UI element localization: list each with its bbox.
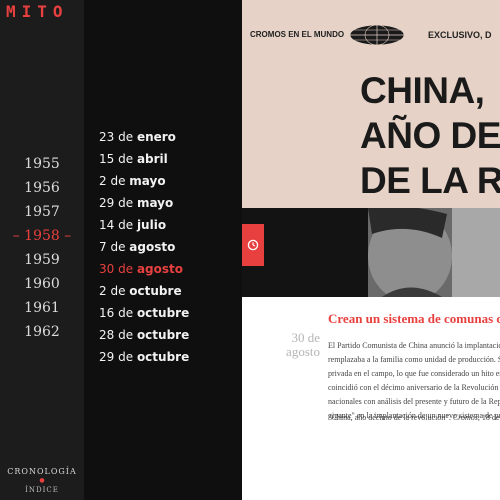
clock-icon (247, 239, 259, 251)
article-title[interactable]: Crean un sistema de comunas ch (328, 311, 500, 327)
date-day: 30 (99, 262, 115, 276)
date-of: de (118, 196, 134, 210)
headline-line: AÑO DECI (360, 115, 500, 156)
date-month: octubre (136, 350, 190, 364)
date-item[interactable]: 29 de octubre (99, 346, 189, 368)
left-rail: MITO 1955 1956 1957– 1958 –1959 1960 1961 196… (0, 0, 84, 500)
headline-line: DE LA REV (360, 160, 500, 201)
date-day: 2 (99, 174, 107, 188)
date-item[interactable]: 7 de agosto (99, 236, 189, 258)
date-item[interactable]: 30 de agosto (99, 258, 189, 280)
masthead-left-text: CROMOS EN EL MUNDO (250, 30, 345, 39)
footer-nav: CRONOLOGÍA ● ÍNDICE (0, 467, 84, 494)
date-item[interactable]: 16 de octubre (99, 302, 189, 324)
date-of: de (118, 130, 134, 144)
date-day: 14 (99, 218, 115, 232)
article: 30 de agosto Crean un sistema de comunas… (242, 297, 500, 500)
citation-quote: “China, año décimo de la revolución”. (328, 413, 451, 422)
bullet-icon: ● (39, 477, 45, 484)
date-month: enero (136, 130, 176, 144)
date-month: mayo (136, 196, 174, 210)
year-item-1959[interactable]: 1959 (0, 248, 84, 272)
body-line: coincidió con el décimo aniversario de l… (328, 383, 499, 392)
date-day: 29 (99, 196, 115, 210)
citation-rest: , 18 de octu (477, 413, 500, 422)
dates-panel: 23 de enero 15 de abril 2 de mayo 29 de may… (84, 0, 242, 500)
date-of: de (118, 218, 134, 232)
date-of: de (118, 350, 134, 364)
globe-logo-icon (349, 24, 405, 46)
citation-source: Cromos (452, 413, 478, 422)
date-of: de (118, 262, 134, 276)
timeline-tab[interactable] (242, 224, 264, 266)
date-month: octubre (129, 284, 182, 298)
date-day: 23 (99, 130, 115, 144)
date-item[interactable]: 28 de octubre (99, 324, 189, 346)
date-month: mayo (129, 174, 166, 188)
year-item-1958[interactable]: – 1958 – (0, 224, 84, 248)
date-item[interactable]: 15 de abril (99, 148, 189, 170)
date-day: 7 (99, 240, 107, 254)
site-logo[interactable]: MITO (6, 2, 69, 21)
content-area: CROMOS EN EL MUNDO EXCLUSIVO, D CHINA, A… (242, 0, 500, 500)
body-line: remplazaba a la familia como unidad de p… (328, 355, 500, 364)
date-month: octubre (136, 306, 190, 320)
clipping-photo (242, 208, 500, 297)
date-of: de (118, 306, 134, 320)
year-list: 1955 1956 1957– 1958 –1959 1960 1961 1962 (0, 152, 84, 344)
date-list: 23 de enero 15 de abril 2 de mayo 29 de may… (99, 126, 189, 368)
date-month: abril (136, 152, 168, 166)
year-item-1955[interactable]: 1955 (0, 152, 84, 176)
year-item-1961[interactable]: 1961 (0, 296, 84, 320)
body-line: privada en el campo, lo que fue consider… (328, 369, 500, 378)
clipping-headline: CHINA, AÑO DECI DE LA REV (360, 68, 500, 203)
date-item[interactable]: 2 de mayo (99, 170, 189, 192)
date-of: de (110, 284, 126, 298)
indice-link[interactable]: ÍNDICE (0, 486, 84, 494)
date-item[interactable]: 29 de mayo (99, 192, 189, 214)
article-date: 30 de agosto (258, 331, 320, 359)
year-item-1957[interactable]: 1957 (0, 200, 84, 224)
date-month: julio (136, 218, 167, 232)
date-day: 15 (99, 152, 115, 166)
body-line: El Partido Comunista de China anunció la… (328, 341, 500, 350)
clipping-masthead: CROMOS EN EL MUNDO EXCLUSIVO, D (242, 0, 500, 75)
date-month: agosto (129, 240, 176, 254)
headline-line: CHINA, (360, 70, 485, 111)
article-body: El Partido Comunista de China anunció la… (328, 339, 500, 423)
date-of: de (118, 328, 134, 342)
date-item[interactable]: 14 de julio (99, 214, 189, 236)
year-item-1956[interactable]: 1956 (0, 176, 84, 200)
article-citation: “China, año décimo de la revolución”. Cr… (328, 413, 500, 422)
date-month: agosto (136, 262, 183, 276)
date-day: 29 (99, 350, 115, 364)
date-month: octubre (136, 328, 190, 342)
masthead-right-text: EXCLUSIVO, D (428, 30, 492, 40)
date-day: 28 (99, 328, 115, 342)
date-of: de (110, 240, 126, 254)
date-day: 16 (99, 306, 115, 320)
date-item[interactable]: 23 de enero (99, 126, 189, 148)
date-of: de (118, 152, 134, 166)
portrait-figure (368, 208, 500, 297)
body-line: nacionales con análisis del presente y f… (328, 397, 500, 406)
article-date-day: 30 de (291, 330, 320, 345)
date-item[interactable]: 2 de octubre (99, 280, 189, 302)
year-item-1962[interactable]: 1962 (0, 320, 84, 344)
cronologia-link[interactable]: CRONOLOGÍA (0, 467, 84, 476)
date-of: de (110, 174, 126, 188)
year-item-1960[interactable]: 1960 (0, 272, 84, 296)
article-date-month: agosto (286, 344, 320, 359)
magazine-clipping: CROMOS EN EL MUNDO EXCLUSIVO, D CHINA, A… (242, 0, 500, 297)
date-day: 2 (99, 284, 107, 298)
